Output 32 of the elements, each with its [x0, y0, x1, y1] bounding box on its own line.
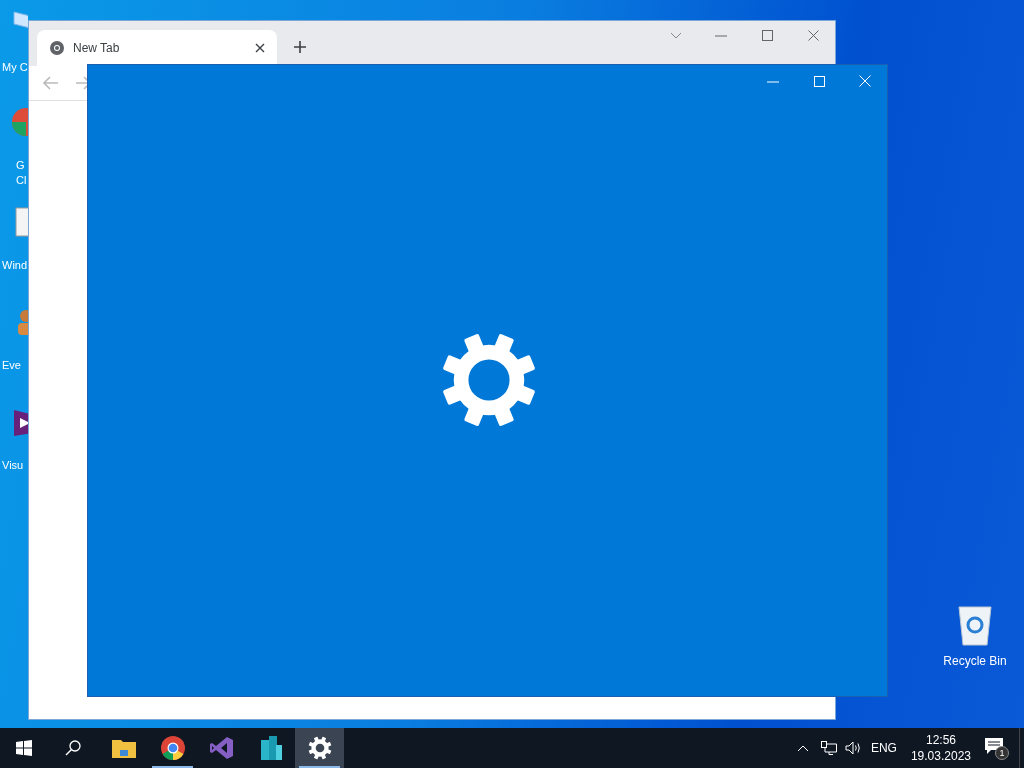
network-icon[interactable] [820, 741, 837, 755]
desktop-icon-label: Wind [2, 258, 28, 273]
browser-tab[interactable]: New Tab [37, 30, 277, 66]
notification-badge: 1 [995, 746, 1009, 760]
language-indicator[interactable]: ENG [870, 739, 897, 757]
desktop-icon-label: Cl [16, 173, 27, 188]
clock-time[interactable]: 12:56 [925, 732, 956, 748]
desktop-icon-label: My C [2, 60, 28, 75]
taskbar-button[interactable] [295, 728, 344, 768]
new-tab-icon[interactable] [293, 40, 307, 54]
settings-icon [307, 736, 332, 760]
visual-studio-icon [209, 736, 234, 760]
desktop-icon-label: Recycle Bin [942, 653, 1008, 670]
desktop-icon-label: Eve [2, 358, 21, 373]
desktop-icon-label: Visu [2, 458, 24, 473]
close-icon[interactable] [808, 30, 819, 41]
buildings-icon [258, 736, 283, 760]
close-icon[interactable] [255, 43, 265, 53]
chrome-icon [49, 40, 65, 56]
volume-icon[interactable] [844, 741, 861, 755]
tab-title: New Tab [73, 40, 121, 57]
settings-icon [440, 331, 538, 429]
maximize-icon[interactable] [762, 30, 773, 41]
desktop-icon-label: G [16, 158, 25, 173]
start-icon [16, 740, 32, 756]
chevron-up-icon[interactable] [796, 744, 809, 752]
notification-button[interactable]: 1 [985, 736, 1009, 760]
chevron-down-icon[interactable] [670, 32, 682, 40]
clock-date[interactable]: 19.03.2023 [910, 748, 971, 764]
chrome-icon [160, 736, 185, 760]
search-icon [64, 740, 81, 756]
recycle-bin-icon[interactable] [955, 603, 995, 647]
